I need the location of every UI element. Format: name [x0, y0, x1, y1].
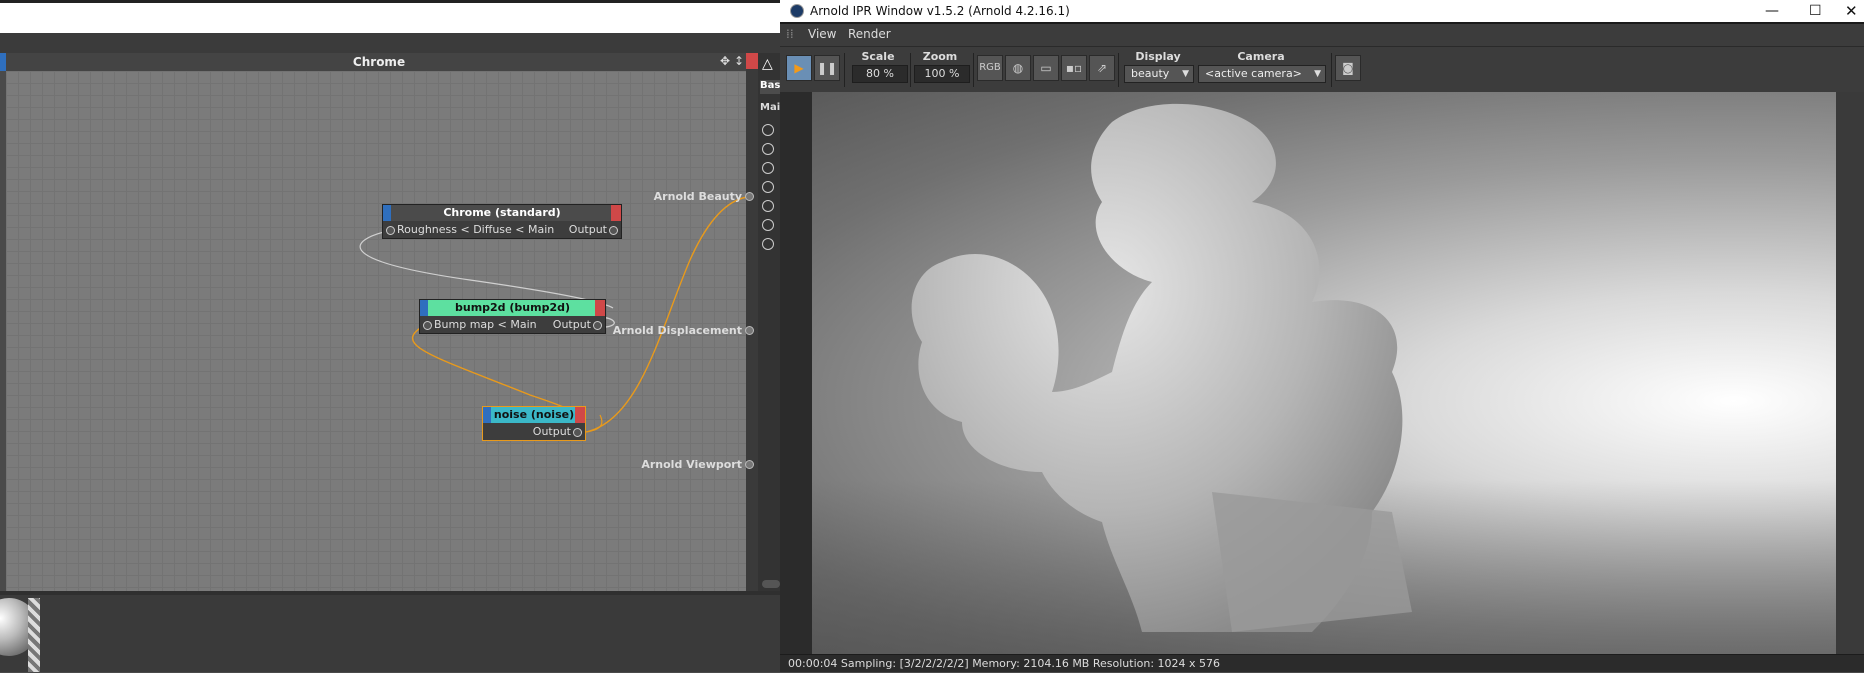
camera-select[interactable]: <active camera> ▼ [1198, 65, 1326, 83]
grip-icon: ⁞⁞ [786, 27, 794, 41]
separator [844, 53, 845, 87]
radio-5[interactable] [762, 200, 774, 212]
separator [910, 53, 911, 87]
separator [1331, 53, 1332, 87]
radio-1[interactable] [762, 124, 774, 136]
menu-render[interactable]: Render [848, 27, 891, 41]
node-cap-right [575, 407, 585, 423]
minimize-icon[interactable]: — [1765, 0, 1779, 22]
node-row: Output [483, 423, 585, 440]
display-value: beauty [1131, 67, 1170, 80]
camera-label: Camera [1237, 50, 1285, 63]
zoom-field[interactable]: 100 % [914, 65, 970, 83]
wire-chrome-bump [359, 230, 614, 309]
node-header: noise (noise) [483, 407, 585, 423]
displacement-port[interactable] [745, 326, 754, 335]
arnold-icon: △ [762, 56, 773, 72]
output-arnold-viewport: Arnold Viewport [641, 458, 742, 471]
node-title: Chrome (standard) [443, 206, 561, 219]
output-label: Output [568, 223, 607, 236]
scale-label: Scale [861, 50, 895, 63]
separator [1118, 53, 1119, 87]
node-cap-left [483, 407, 491, 423]
node-header: bump2d (bump2d) [420, 300, 605, 316]
scale-field[interactable]: 80 % [852, 65, 908, 83]
tab-basic[interactable]: Bas [760, 80, 780, 94]
camera-value: <active camera> [1205, 67, 1302, 80]
material-preview-area [0, 595, 780, 672]
chevron-down-icon: ▼ [1182, 69, 1189, 79]
compare-icon[interactable]: ▪▫ [1061, 55, 1087, 81]
snapshot-camera-icon[interactable]: ◙ [1335, 55, 1361, 81]
chevron-down-icon: ▼ [1314, 69, 1321, 79]
output-port[interactable] [573, 428, 582, 437]
node-noise[interactable]: noise (noise) Output [482, 406, 586, 441]
node-title: noise (noise) [493, 408, 575, 421]
node-title: bump2d (bump2d) [454, 301, 571, 314]
maximize-icon[interactable]: ☐ [1809, 0, 1822, 22]
input-port[interactable] [386, 226, 395, 235]
radio-3[interactable] [762, 162, 774, 174]
output-label: Output [532, 425, 571, 438]
node-cap-right [595, 300, 605, 316]
input-label: Roughness < Diffuse < Main [397, 223, 555, 236]
radio-4[interactable] [762, 181, 774, 193]
beauty-port[interactable] [745, 192, 754, 201]
input-port[interactable] [423, 321, 432, 330]
input-label: Bump map < Main [434, 318, 537, 331]
output-arnold-beauty: Arnold Beauty [653, 190, 742, 203]
statue-base [1212, 492, 1412, 632]
close-icon[interactable]: ✕ [1845, 0, 1858, 22]
ipr-toolbar: ▶ ❚❚ Scale 80 % Zoom 100 % RGB ◍ ▭ ▪▫ ⇗ … [780, 46, 1864, 92]
output-label: Output [552, 318, 591, 331]
ipr-menu-bar: ⁞⁞ View Render [780, 22, 1864, 48]
node-chrome-standard[interactable]: Chrome (standard) Roughness < Diffuse < … [382, 204, 622, 239]
radio-2[interactable] [762, 143, 774, 155]
node-cap-left [383, 205, 391, 221]
viewport-port[interactable] [745, 460, 754, 469]
app-icon [790, 4, 804, 18]
side-scroll-handle[interactable] [762, 580, 780, 588]
rgb-button[interactable]: RGB [977, 55, 1003, 81]
radio-6[interactable] [762, 219, 774, 231]
radio-7[interactable] [762, 238, 774, 250]
output-arnold-displacement: Arnold Displacement [612, 324, 742, 337]
globe-icon[interactable]: ◍ [1005, 55, 1031, 81]
output-port[interactable] [609, 226, 618, 235]
menu-view[interactable]: View [808, 27, 836, 41]
section-main: Mai [760, 102, 780, 113]
display-select[interactable]: beauty ▼ [1124, 65, 1194, 83]
export-icon[interactable]: ⇗ [1089, 55, 1115, 81]
zoom-label: Zoom [922, 50, 958, 63]
node-bump2d[interactable]: bump2d (bump2d) Bump map < Main Output [419, 299, 606, 334]
display-label: Display [1135, 50, 1181, 63]
viewport-right-margin [1836, 92, 1864, 654]
node-cap-left [420, 300, 428, 316]
checker-background [28, 598, 40, 672]
node-header: Chrome (standard) [383, 205, 621, 221]
pause-button[interactable]: ❚❚ [814, 55, 840, 81]
window-title: Arnold IPR Window v1.5.2 (Arnold 4.2.16.… [810, 4, 1070, 18]
separator [973, 53, 974, 87]
region-icon[interactable]: ▭ [1033, 55, 1059, 81]
play-button[interactable]: ▶ [786, 55, 812, 81]
rendered-statue [911, 103, 1412, 633]
ipr-title-bar: Arnold IPR Window v1.5.2 (Arnold 4.2.16.… [780, 0, 1864, 22]
node-row: Roughness < Diffuse < Main Output [383, 221, 621, 238]
node-cap-right [611, 205, 621, 221]
node-row: Bump map < Main Output [420, 316, 605, 333]
ipr-status-bar: 00:00:04 Sampling: [3/2/2/2/2/2] Memory:… [780, 654, 1864, 672]
